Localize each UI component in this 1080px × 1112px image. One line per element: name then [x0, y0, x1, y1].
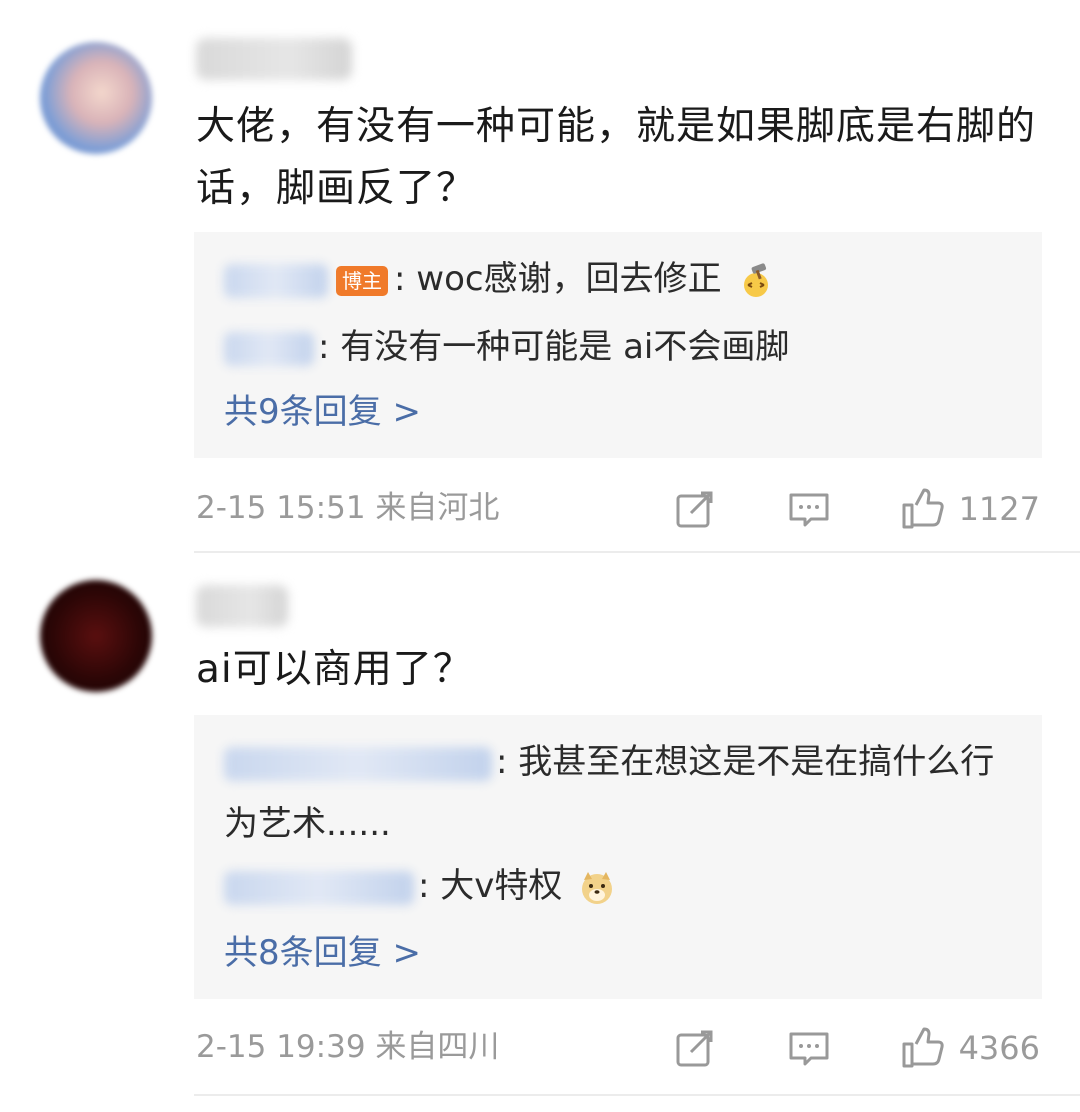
thumbs-up-icon[interactable] — [901, 1026, 945, 1070]
reply-item[interactable]: : 有没有一种可能是 ai不会画脚 — [224, 316, 1022, 378]
thumbs-up-icon[interactable] — [901, 487, 945, 531]
reply-username-blurred[interactable] — [224, 746, 492, 781]
reply-text: : 有没有一种可能是 ai不会画脚 — [318, 327, 790, 367]
like-count: 4366 — [958, 1029, 1040, 1067]
view-more-replies-link[interactable]: 共8条回复 > — [224, 923, 421, 983]
hammer-face-emoji — [744, 262, 769, 297]
reply-username-blurred[interactable] — [224, 331, 314, 366]
comment-actions: 4366 — [673, 1023, 1040, 1073]
reply-text: : 大v特权 — [418, 866, 563, 906]
share-icon[interactable] — [673, 487, 717, 531]
avatar[interactable] — [40, 42, 152, 154]
reply-text: : woc感谢，回去修正 — [394, 259, 722, 299]
divider — [194, 1094, 1080, 1096]
comment-meta: 2-15 19:39 来自四川 — [196, 1025, 499, 1069]
timestamp: 2-15 19:39 — [196, 1029, 366, 1065]
reply-preview-box[interactable]: 博主: woc感谢，回去修正 : 有没有一种可能是 ai不会画脚 共9条回复 > — [194, 232, 1042, 458]
reply-username-blurred[interactable] — [224, 870, 414, 905]
like-count: 1127 — [958, 490, 1040, 528]
comment-icon[interactable] — [787, 1026, 831, 1070]
timestamp: 2-15 15:51 — [196, 490, 366, 526]
share-icon[interactable] — [673, 1026, 717, 1070]
doge-emoji — [582, 871, 613, 904]
reply-preview-box[interactable]: : 我甚至在想这是不是在搞什么行为艺术...... : 大v特权 共8条回复 > — [194, 715, 1042, 999]
comment-actions: 1127 — [673, 484, 1040, 534]
comment-item: 大佬，有没有一种可能，就是如果脚底是右脚的话，脚画反了？ 博主: woc感谢，回… — [0, 0, 1080, 552]
blogger-badge: 博主 — [336, 265, 388, 296]
comment-text: ai可以商用了？ — [196, 647, 473, 692]
reply-username-blurred[interactable] — [224, 263, 328, 298]
location: 来自四川 — [375, 1029, 500, 1065]
avatar[interactable] — [40, 580, 152, 692]
reply-item[interactable]: : 我甚至在想这是不是在搞什么行为艺术...... — [224, 731, 1004, 855]
username-blurred[interactable] — [196, 38, 352, 80]
comment-text: 大佬，有没有一种可能，就是如果脚底是右脚的话，脚画反了？ — [196, 104, 1037, 211]
reply-item[interactable]: 博主: woc感谢，回去修正 — [224, 248, 1022, 310]
reply-item[interactable]: : 大v特权 — [224, 855, 1022, 917]
view-more-replies-link[interactable]: 共9条回复 > — [224, 382, 421, 442]
location: 来自河北 — [375, 490, 500, 526]
username-blurred[interactable] — [196, 585, 288, 627]
comment-item: ai可以商用了？ : 我甚至在想这是不是在搞什么行为艺术...... : 大v特… — [0, 553, 1080, 1112]
comment-meta: 2-15 15:51 来自河北 — [196, 486, 499, 530]
comment-icon[interactable] — [787, 487, 831, 531]
